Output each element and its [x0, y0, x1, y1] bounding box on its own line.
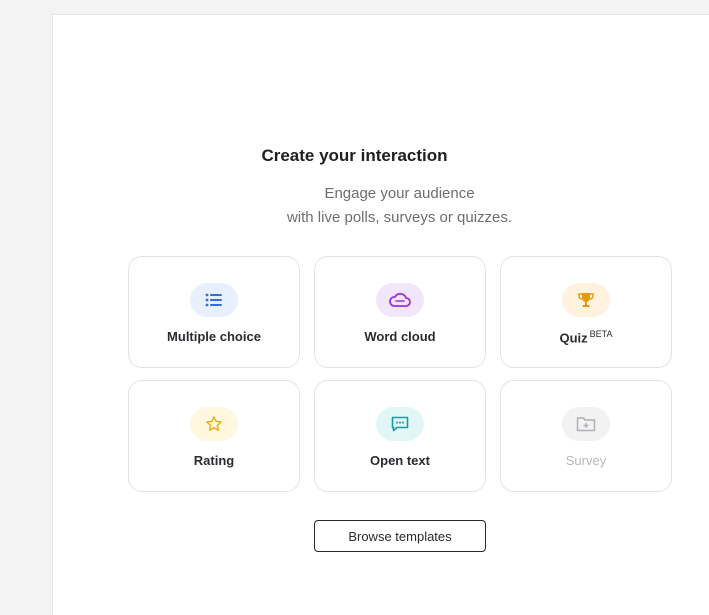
- card-survey[interactable]: Survey: [500, 380, 672, 492]
- card-word-cloud[interactable]: Word cloud: [314, 256, 486, 368]
- folder-plus-icon: [562, 407, 610, 441]
- card-label: Multiple choice: [167, 329, 261, 344]
- page-subtitle: Engage your audience with live polls, su…: [0, 182, 709, 230]
- trophy-icon: [562, 283, 610, 317]
- chat-icon: [376, 407, 424, 441]
- card-rating[interactable]: Rating: [128, 380, 300, 492]
- list-icon: [190, 283, 238, 317]
- card-label: Survey: [565, 453, 607, 468]
- quiz-label: Quiz: [559, 330, 588, 346]
- cloud-icon: [376, 283, 424, 317]
- subtitle-line-2: with live polls, surveys or quizzes.: [286, 209, 513, 226]
- card-quiz[interactable]: Quiz BETA: [500, 256, 672, 368]
- star-icon: [190, 407, 238, 441]
- browse-templates-button[interactable]: Browse templates: [314, 520, 486, 552]
- subtitle-line-1: Engage your audience: [324, 185, 475, 202]
- card-label: Rating: [193, 453, 235, 468]
- card-multiple-choice[interactable]: Multiple choice: [128, 256, 300, 368]
- card-label: Word cloud: [364, 329, 436, 344]
- card-label: Open text: [370, 453, 430, 468]
- card-open-text[interactable]: Open text: [314, 380, 486, 492]
- beta-badge: BETA: [589, 329, 613, 339]
- card-label: Quiz BETA: [501, 329, 671, 345]
- page-title: Create your interaction: [261, 146, 448, 165]
